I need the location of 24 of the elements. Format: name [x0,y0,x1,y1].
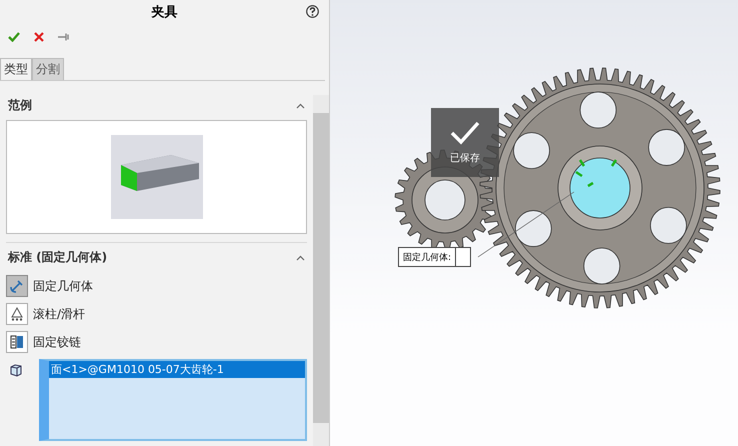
fixed-geometry-icon[interactable] [6,275,28,297]
selection-list[interactable]: 面<1>@GM1010 05-07大齿轮-1 [39,359,307,441]
fixture-type-label[interactable]: 滚柱/滑杆 [33,306,86,322]
section-title: 标准 (固定几何体) [8,249,108,266]
panel-title: 夹具 [152,4,178,21]
selection-item[interactable]: 面<1>@GM1010 05-07大齿轮-1 [49,361,305,378]
face-selection-icon [9,363,23,377]
section-title: 范例 [8,97,32,114]
collapse-chevron-icon[interactable] [296,102,305,108]
toast-text: 已保存 [450,152,480,164]
tab[interactable]: 类型 [0,58,32,80]
hinge-icon[interactable] [6,331,28,353]
scrollbar[interactable] [313,95,329,446]
check-icon [450,120,480,144]
collapse-chevron-icon[interactable] [296,254,305,260]
pin-icon[interactable] [58,33,69,41]
roller-icon[interactable] [6,303,28,325]
callout-label: 固定几何体: [399,248,456,266]
help-icon[interactable] [306,5,319,18]
fixture-type-label[interactable]: 固定几何体 [33,278,93,294]
ok-check-icon[interactable] [8,32,20,42]
tab[interactable]: 分割 [32,58,64,80]
fixture-type-label[interactable]: 固定铰链 [33,334,81,350]
cancel-x-icon[interactable] [34,32,44,42]
